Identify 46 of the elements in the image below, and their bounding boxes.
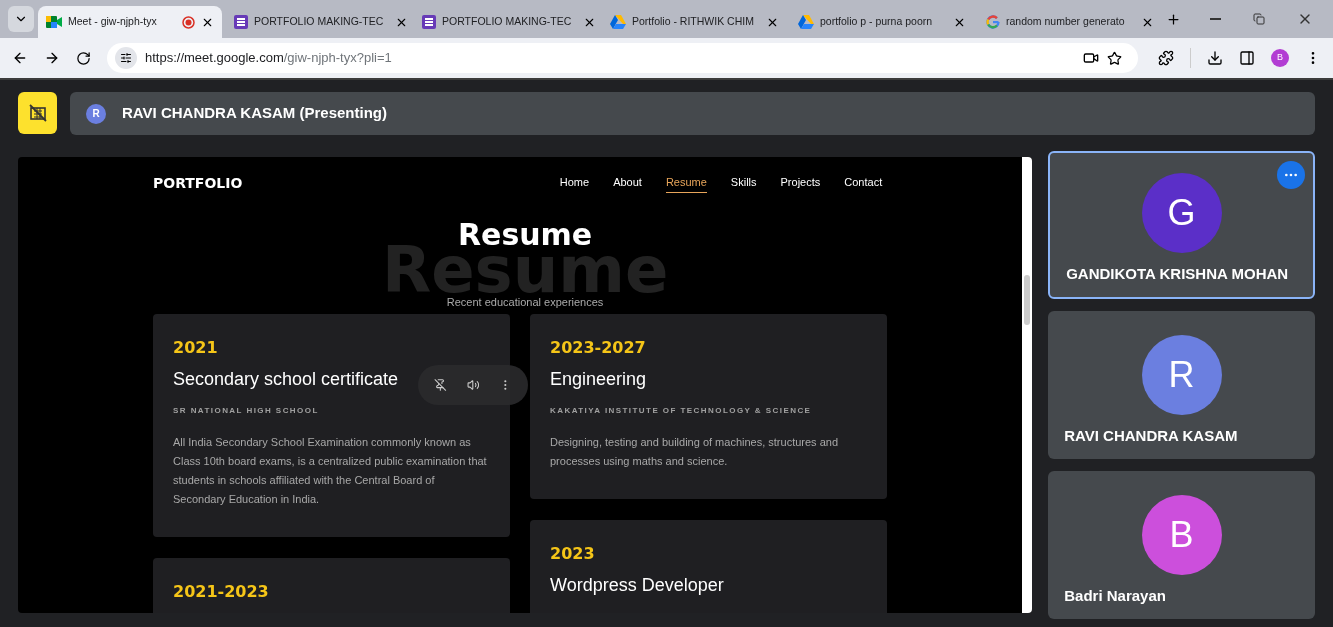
nav-link[interactable]: About [613,173,642,194]
profile-avatar[interactable]: B [1271,49,1289,67]
card-year: 2023 [550,544,596,564]
tab-title: Portfolio - RITHWIK CHIM [632,14,754,30]
address-field[interactable]: https://meet.google.com/giw-njph-tyx?pli=1 [107,43,1138,73]
nav-link[interactable]: Home [559,173,590,194]
browser-tab[interactable]: random number generato [978,6,1162,38]
nav-link[interactable]: Contact [844,173,883,194]
tab-title: PORTFOLIO MAKING-TEC [442,14,572,30]
tab-title: portfolio p - purna poorn [820,14,933,30]
card-year: 2023-2027 [550,338,647,358]
participant-avatar: B [1141,494,1222,575]
card-description: Designing, testing and building of machines, structures and processes using maths and science. [550,435,839,469]
browser-tab[interactable]: Meet - giw-njph-tyx [38,6,222,38]
browser-tab[interactable]: PORTFOLIO MAKING-TEC [226,6,410,38]
card-title: Wordpress Developer [550,574,724,597]
participant-tile[interactable]: R RAVI CHANDRA KASAM [1048,311,1315,459]
tab-title: Meet - giw-njph-tyx [68,14,157,30]
participant-tile[interactable]: G GANDIKOTA KRISHNA MOHAN [1048,151,1315,299]
card-description: All India Secondary School Examination commonly known as Class 10th board exams, is a centralized public examination that students in schools affiliated with the Central Board of Secondary Education in India. [173,435,488,507]
participant-name: Badri Narayan [1064,585,1166,606]
url-text: https://meet.google.com/giw-njph-tyx?pli=1 [145,49,393,68]
nav-link[interactable]: Projects [780,173,821,194]
nav-link[interactable]: Resume [665,173,707,194]
site-logo: PORTFOLIO [153,174,243,193]
card-subtitle: KAKATIYA INSTITUTE OF TECHNOLOGY & SCIENCE [550,405,813,417]
tab-title: random number generato [1006,14,1125,30]
card-year: 2021-2023 [173,582,270,602]
participant-name: GANDIKOTA KRISHNA MOHAN [1066,263,1289,284]
card-subtitle: SR NATIONAL HIGH SCHOOL [173,405,320,417]
browser-tab[interactable]: portfolio p - purna poorn [790,6,974,38]
presenter-name: RAVI CHANDRA KASAM (Presenting) [122,103,387,124]
participant-avatar: R [1141,334,1222,415]
browser-tab[interactable]: Portfolio - RITHWIK CHIM [602,6,786,38]
participant-avatar: G [1141,172,1222,253]
card-title: Engineering [550,368,647,391]
presenter-avatar: R [86,103,106,124]
nav-link[interactable]: Skills [730,173,757,194]
tab-title: PORTFOLIO MAKING-TEC [254,14,384,30]
participant-tile[interactable]: B Badri Narayan [1048,471,1315,619]
page-subtitle: Recent educational experiences [446,295,604,310]
card-year: 2021 [173,338,219,358]
card-title: Secondary school certificate [173,368,399,391]
browser-tab[interactable]: PORTFOLIO MAKING-TEC [414,6,598,38]
participant-name: RAVI CHANDRA KASAM [1064,425,1238,446]
page-heading: Resume [457,216,593,252]
